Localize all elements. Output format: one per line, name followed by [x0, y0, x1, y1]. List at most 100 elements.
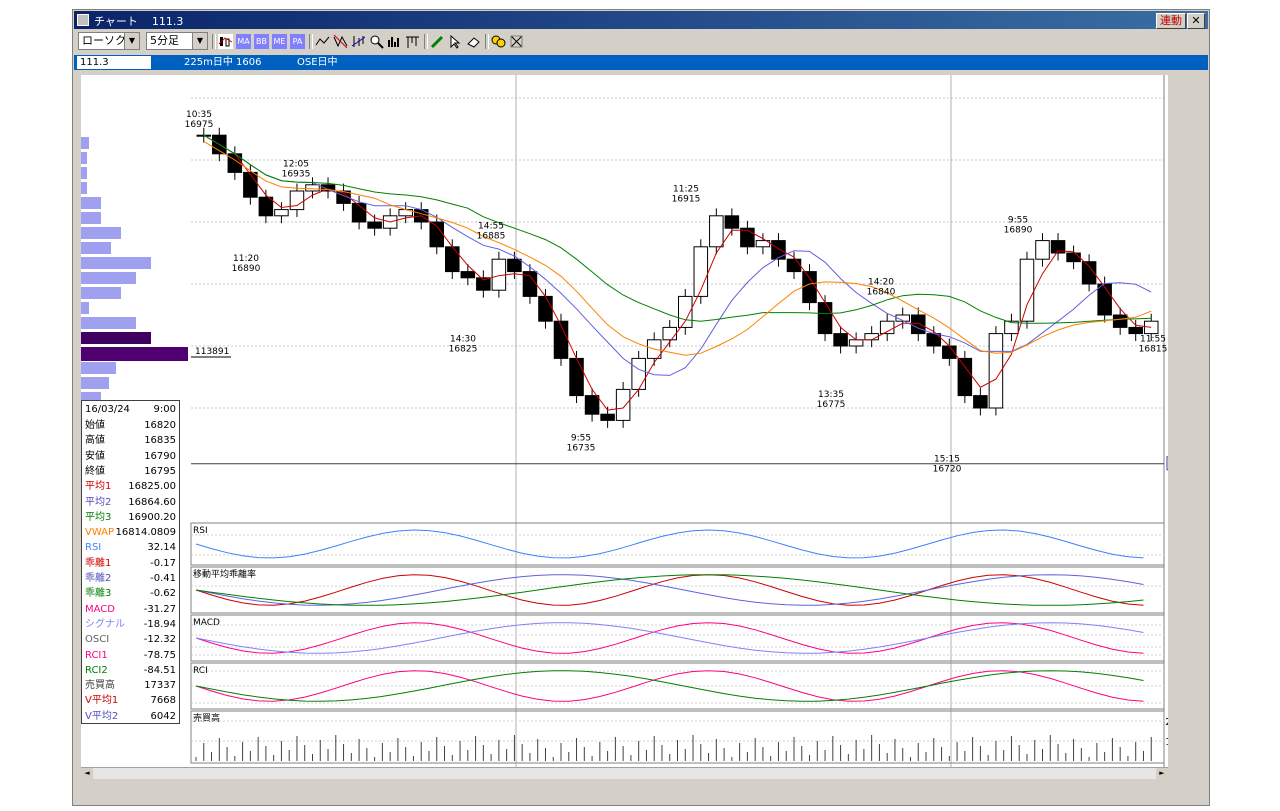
data-panel-key: 平均3	[85, 511, 112, 523]
volume-profile-bar	[81, 377, 109, 389]
chart-area[interactable]: 1700016950169001685016800167501670511389…	[81, 75, 1205, 793]
trendline-icon[interactable]	[314, 33, 331, 50]
data-panel-value: 7668	[150, 695, 176, 707]
annotation-price: 16890	[232, 264, 261, 274]
candle-body	[553, 320, 569, 359]
data-panel-key: シグナル	[85, 618, 125, 630]
data-panel-row: 終値 16795	[84, 464, 176, 479]
bars-icon[interactable]	[386, 33, 403, 50]
candle-body	[569, 357, 584, 397]
ma1-line	[203, 134, 1152, 411]
candle-tool-icon[interactable]	[350, 33, 367, 50]
eraser-icon[interactable]	[465, 33, 482, 50]
annotation-time: 11:25	[673, 184, 699, 194]
data-panel: 16/03/24 9:00 始値 16820 高値 16835 安値 16790 終値 1679…	[81, 400, 180, 724]
chevron-down-icon: ▼	[192, 33, 207, 49]
candle-body	[1035, 240, 1050, 260]
data-panel-value: -18.94	[143, 618, 176, 630]
zoom-icon[interactable]	[368, 33, 385, 50]
volume-profile-bar	[81, 197, 101, 209]
data-panel-row: 乖離3 -0.62	[84, 586, 176, 601]
data-panel-value: 16900.20	[128, 511, 176, 523]
ruler-icon[interactable]	[404, 33, 421, 50]
chart-type-select[interactable]: ローソク ▼	[78, 32, 140, 50]
code-field[interactable]: 111.3	[77, 56, 151, 69]
data-panel-row: V平均1 7668	[84, 693, 176, 708]
data-panel-value: -31.27	[143, 603, 176, 615]
data-panel-key: 終値	[85, 465, 105, 477]
link-button[interactable]: 連動	[1156, 13, 1186, 29]
data-panel-value: 17337	[144, 680, 176, 692]
chevron-down-icon: ▼	[124, 33, 139, 49]
contract-name: 225m日中 1606	[184, 57, 262, 68]
data-panel-row: 高値 16835	[84, 433, 176, 448]
moving-average-icon[interactable]	[217, 33, 234, 50]
candle-body	[1112, 314, 1128, 328]
data-panel-row: MACD -31.27	[84, 602, 176, 617]
data-panel-row: OSCI -12.32	[84, 632, 176, 647]
data-panel-value: -84.51	[143, 664, 176, 676]
annotation-price: 16735	[567, 444, 596, 454]
current-price-box	[1166, 456, 1201, 471]
volume-profile-bar	[81, 137, 89, 149]
data-panel-row: シグナル -18.94	[84, 617, 176, 632]
ma-icon[interactable]: MA	[235, 33, 252, 50]
annotation-price: 16825	[449, 344, 478, 354]
close-icon[interactable]: ✕	[1187, 13, 1205, 29]
horizontal-scrollbar[interactable]: ◄ ►	[81, 767, 1168, 779]
bollinger-icon[interactable]: BB	[253, 33, 270, 50]
volume-profile-bar	[81, 287, 121, 299]
annotation-price: 16815	[1139, 344, 1168, 354]
data-panel-value: 16820	[144, 420, 176, 431]
pen-icon[interactable]	[429, 33, 446, 50]
data-panel-key: MACD	[85, 603, 115, 615]
data-panel-value: 16835	[144, 435, 176, 447]
candle-body	[1097, 283, 1112, 316]
data-panel-datetime: 16/03/24 9:00	[85, 404, 176, 415]
ma2-line	[203, 134, 1152, 376]
data-panel-key: RCI2	[85, 664, 108, 676]
interval-select[interactable]: 5分足 ▼	[146, 32, 208, 50]
data-panel-value: -12.32	[143, 634, 176, 646]
data-panel-key: 平均2	[85, 496, 112, 508]
volume-profile-bar	[81, 362, 116, 374]
volume-profile-bar	[81, 302, 89, 314]
volume-profile-bar	[81, 182, 87, 194]
zigzag-icon[interactable]	[332, 33, 349, 50]
panel-label: 売買高	[193, 712, 220, 724]
annotation-price: 16890	[1004, 225, 1033, 235]
data-panel-key: 乖離3	[85, 588, 112, 600]
data-panel-key: RSI	[85, 542, 102, 554]
candle-body	[538, 295, 553, 322]
panel-tick-label: 10000	[1165, 737, 1168, 748]
data-panel-value: 16795	[144, 465, 176, 477]
annotation-price: 16885	[477, 232, 506, 242]
cross-icon[interactable]	[508, 33, 525, 50]
candle-body	[724, 215, 740, 229]
annotation-time: 9:55	[571, 434, 591, 444]
candle-body	[771, 240, 786, 260]
volume-profile-bar	[81, 152, 87, 164]
cursor-icon[interactable]	[447, 33, 464, 50]
data-panel-value: -0.41	[150, 573, 176, 584]
title-bar[interactable]: チャート 111.3 連動 ✕	[74, 11, 1208, 29]
candle-body	[740, 227, 755, 248]
annotation-price: 16840	[867, 287, 896, 297]
data-panel-row: 乖離2 -0.41	[84, 571, 176, 586]
scroll-right-icon[interactable]: ►	[1156, 768, 1168, 779]
volume-profile-bar	[81, 227, 121, 239]
candle-body	[460, 271, 476, 279]
annotation-time: 15:15	[934, 455, 960, 465]
info-bar: 111.3 225m日中 1606 OSE日中	[74, 55, 1208, 70]
data-panel-row: RSI 32.14	[84, 540, 176, 555]
candle-body	[786, 258, 802, 273]
parabolic-icon[interactable]: PA	[289, 33, 306, 50]
data-panel-value: -78.75	[143, 649, 176, 661]
scroll-left-icon[interactable]: ◄	[81, 768, 93, 779]
annotation-time: 14:55	[478, 222, 504, 232]
data-panel-row: 平均3 16900.20	[84, 510, 176, 525]
envelope-icon[interactable]: ME	[271, 33, 288, 50]
group-icon[interactable]	[490, 33, 507, 50]
annotation-price: 16935	[282, 170, 311, 180]
panel-frame	[190, 566, 1165, 614]
